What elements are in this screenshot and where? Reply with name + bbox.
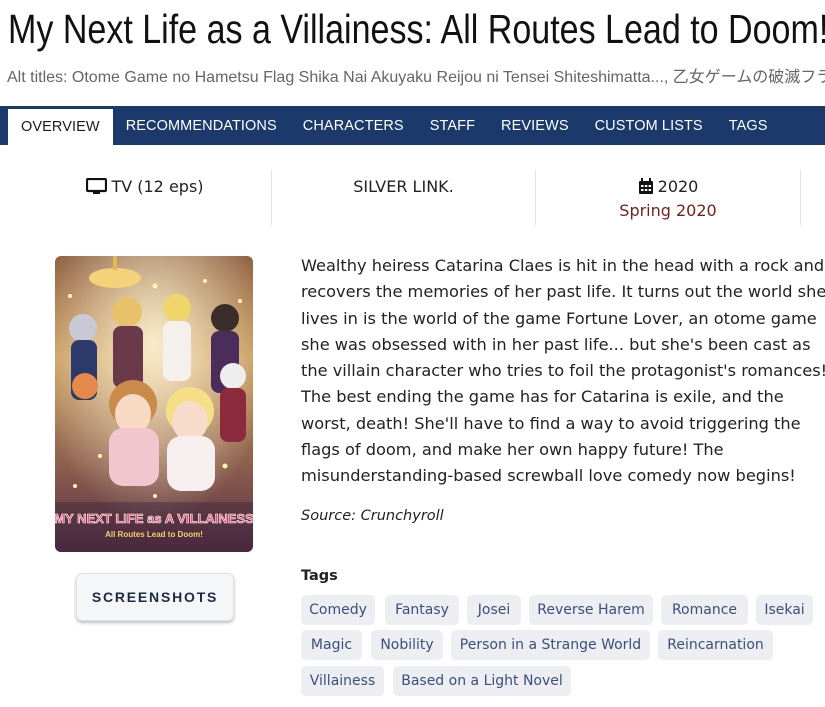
divider — [800, 170, 801, 225]
tab-reviews[interactable]: REVIEWS — [488, 106, 582, 145]
monitor-icon — [86, 177, 108, 199]
calendar-icon — [638, 178, 654, 199]
tag-item[interactable]: Person in a Strange World — [451, 630, 650, 660]
year-info: 2020 Spring 2020 — [536, 177, 800, 232]
tab-tags[interactable]: TAGS — [716, 106, 781, 145]
poster-logo-subtitle: All Routes Lead to Doom! — [105, 530, 203, 539]
tag-item[interactable]: Romance — [661, 595, 748, 625]
tag-item[interactable]: Comedy — [301, 595, 375, 625]
synopsis: Wealthy heiress Catarina Claes is hit in… — [301, 256, 825, 486]
tab-staff[interactable]: STAFF — [417, 106, 488, 145]
alt-titles: Alt titles: Otome Game no Hametsu Flag S… — [7, 69, 825, 86]
tag-item[interactable]: Reverse Harem — [529, 595, 653, 625]
tag-item[interactable]: Magic — [301, 630, 362, 660]
tag-item[interactable]: Isekai — [756, 595, 813, 625]
tab-overview[interactable]: OVERVIEW — [8, 109, 113, 145]
tag-item[interactable]: Nobility — [371, 630, 443, 660]
year-text: 2020 — [657, 177, 699, 196]
info-bar: TV (12 eps) SILVER LINK. 2020 Spring 202… — [0, 170, 825, 225]
tag-item[interactable]: Villainess — [301, 666, 384, 696]
format-text: TV (12 eps) — [111, 177, 204, 196]
poster-image[interactable]: MY NEXT LIFE as A VILLAINESS All Routes … — [55, 256, 253, 552]
studio-link[interactable]: SILVER LINK. — [272, 177, 535, 232]
season-link[interactable]: Spring 2020 — [536, 201, 800, 220]
tab-custom-lists[interactable]: CUSTOM LISTS — [582, 106, 716, 145]
synopsis-source: Source: Crunchyroll — [301, 508, 444, 524]
tag-item[interactable]: Reincarnation — [658, 630, 773, 660]
tab-recommendations[interactable]: RECOMMENDATIONS — [113, 106, 290, 145]
page-title: My Next Life as a Villainess: All Routes… — [8, 6, 825, 52]
tab-characters[interactable]: CHARACTERS — [290, 106, 417, 145]
tags-heading: Tags — [301, 568, 338, 584]
format-info: TV (12 eps) — [20, 177, 270, 232]
screenshots-button[interactable]: SCREENSHOTS — [76, 573, 234, 621]
tag-item[interactable]: Josei — [467, 595, 521, 625]
tag-item[interactable]: Fantasy — [385, 595, 459, 625]
tab-bar: OVERVIEW RECOMMENDATIONS CHARACTERS STAF… — [0, 106, 825, 145]
poster-logo-title: MY NEXT LIFE as A VILLAINESS — [55, 511, 253, 526]
tag-item[interactable]: Based on a Light Novel — [393, 666, 571, 696]
